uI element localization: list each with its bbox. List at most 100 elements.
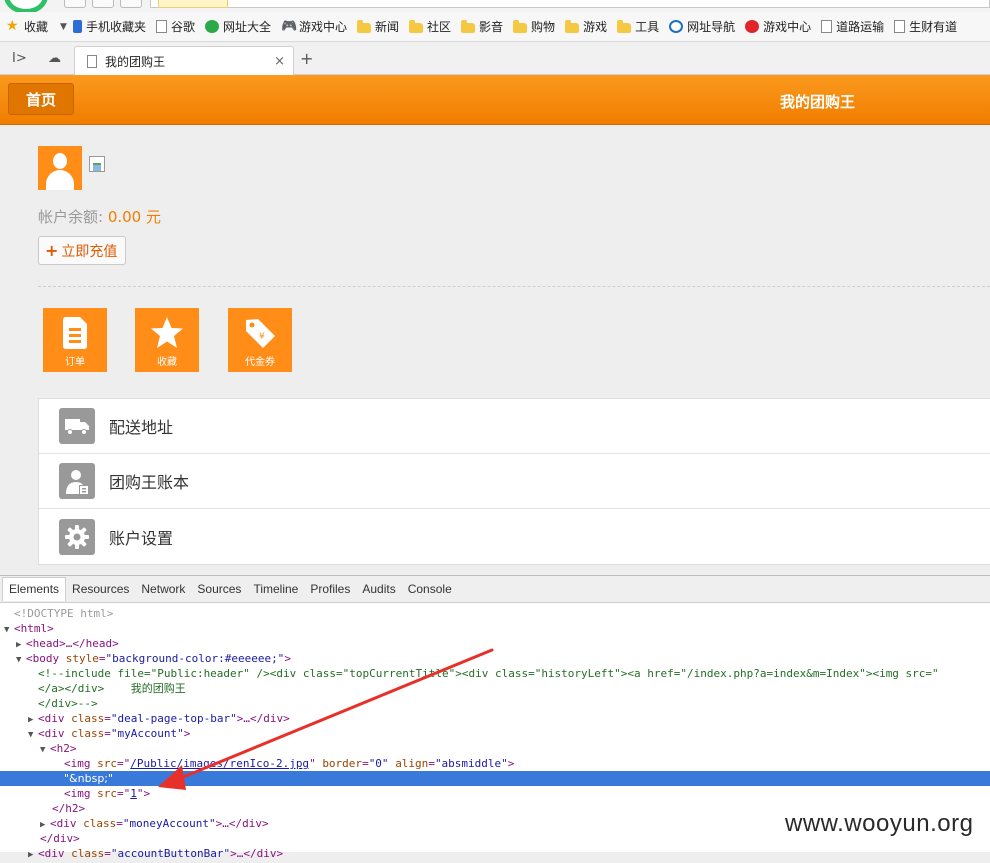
broken-image-icon <box>89 156 105 172</box>
page-header: 首页 我的团购王 <box>0 75 990 125</box>
bookmark-label: 社区 <box>427 20 452 34</box>
bookmark-label: 手机收藏夹 <box>85 20 146 34</box>
bookmark-label: 谷歌 <box>170 20 195 34</box>
page-icon <box>894 20 906 33</box>
tile-coupons[interactable]: ¥ 代金券 <box>228 308 292 372</box>
dom-line[interactable]: <img src="1"> <box>0 786 990 801</box>
nav-icon <box>669 20 684 33</box>
bookmark-item[interactable]: 手机收藏夹 <box>72 18 146 35</box>
sidebar-toggle-icon[interactable]: I> <box>12 51 27 66</box>
tile-orders[interactable]: 订单 <box>43 308 107 372</box>
browser-logo-icon <box>4 0 48 12</box>
bookmark-item[interactable]: 谷歌 <box>155 18 195 35</box>
bookmark-item[interactable]: 游戏中心 <box>745 18 811 35</box>
svg-text:¥: ¥ <box>259 332 265 342</box>
forward-icon[interactable] <box>92 0 114 8</box>
bookmark-label: 网址导航 <box>687 20 736 34</box>
refresh-icon[interactable] <box>120 0 142 8</box>
dom-line[interactable]: ▼ <div class="myAccount"> <box>0 726 990 741</box>
devtools-tab-console[interactable]: Console <box>402 578 458 600</box>
menu-item-settings[interactable]: 账户设置 <box>39 509 990 564</box>
bookmark-item[interactable]: 🎮 游戏中心 <box>281 18 347 35</box>
cloud-icon[interactable]: ☁ <box>48 51 61 66</box>
page-icon <box>155 20 167 33</box>
devtools-tab-elements[interactable]: Elements <box>2 577 67 601</box>
phone-icon <box>72 20 82 33</box>
address-security-tag <box>158 0 228 8</box>
tab-current[interactable]: 我的团购王 × <box>74 46 294 75</box>
menu-item-address[interactable]: 配送地址 <box>39 399 990 454</box>
order-icon <box>63 317 87 349</box>
tab-bar: I> ☁ 我的团购王 × + <box>0 43 990 75</box>
tile-label: 订单 <box>65 357 85 368</box>
recharge-button[interactable]: + 立即充值 <box>38 236 126 265</box>
devtools-tab-audits[interactable]: Audits <box>356 578 401 600</box>
bookmark-item[interactable]: 道路运输 <box>821 18 884 35</box>
bookmark-item[interactable]: 网址导航 <box>669 18 735 35</box>
bookmarks-bar: ★ 收藏 ▼ 手机收藏夹 谷歌 网址大全 🎮 游戏中心 新闻 社区 影音 购物 游戏 工具 网址导航 游戏中心… <box>0 12 990 42</box>
dom-line[interactable]: ▶ <head>…</head> <box>0 636 990 651</box>
devtools-tab-timeline[interactable]: Timeline <box>247 578 304 600</box>
new-tab-button[interactable]: + <box>300 51 313 67</box>
folder-icon <box>409 19 424 33</box>
bookmark-label: 生财有道 <box>909 20 958 34</box>
folder-icon <box>565 19 580 33</box>
bookmark-item[interactable]: 购物 <box>513 18 555 35</box>
balance-label: 帐户余额: <box>38 208 108 226</box>
devtools-tab-profiles[interactable]: Profiles <box>304 578 356 600</box>
recharge-label: 立即充值 <box>61 243 118 260</box>
plus-icon: + <box>45 240 59 260</box>
chevron-down-icon[interactable]: ▼ <box>60 22 67 32</box>
dom-line[interactable]: ▶ <div class="accountButtonBar">…</div> <box>0 846 990 861</box>
dom-line[interactable]: ▼ <body style="background-color:#eeeeee;"… <box>0 651 990 666</box>
devtools-tab-network[interactable]: Network <box>135 578 191 600</box>
devtools-tabs: Elements Resources Network Sources Timeline P… <box>0 576 990 603</box>
bookmark-item[interactable]: ★ 收藏 <box>6 18 48 35</box>
coupon-icon: ¥ <box>246 319 275 348</box>
home-button[interactable]: 首页 <box>8 83 74 115</box>
bookmark-item[interactable]: 影音 <box>461 18 503 35</box>
menu-item-account-book[interactable]: 团购王账本 <box>39 454 990 509</box>
bookmark-item[interactable]: 社区 <box>409 18 451 35</box>
bookmark-item[interactable]: 新闻 <box>357 18 399 35</box>
bookmark-item[interactable]: 游戏 <box>565 18 607 35</box>
bookmark-label: 游戏 <box>583 20 608 34</box>
bookmark-item[interactable]: 生财有道 <box>894 18 957 35</box>
dom-line[interactable]: </a></div> 我的团购王 <box>0 681 990 696</box>
tab-close-icon[interactable]: × <box>274 54 285 69</box>
tile-label: 代金券 <box>245 357 275 368</box>
dom-line[interactable]: <!--include file="Public:header" /><div … <box>0 666 990 681</box>
dom-line[interactable]: <img src="/Public/images/renIco-2.jpg" b… <box>0 756 990 771</box>
home-button-label: 首页 <box>26 90 57 109</box>
balance-value: 0.00 <box>107 208 142 226</box>
folder-icon <box>357 19 371 33</box>
bookmark-item[interactable]: 工具 <box>617 18 659 35</box>
gamepad-icon: 🎮 <box>280 19 298 34</box>
account-menu: 配送地址 团购王账本 账户设置 <box>38 398 990 565</box>
devtools-tab-sources[interactable]: Sources <box>191 578 247 600</box>
dom-line[interactable]: <!DOCTYPE html> <box>0 606 990 621</box>
globe-icon <box>204 20 219 33</box>
star-icon <box>151 317 183 348</box>
star-icon: ★ <box>6 18 19 34</box>
page-title: 我的团购王 <box>780 93 856 111</box>
folder-icon <box>617 19 632 33</box>
dom-line-selected[interactable]: "&nbsp;" <box>0 771 990 786</box>
dom-line[interactable]: ▼ <h2> <box>0 741 990 756</box>
address-bar[interactable] <box>150 0 990 8</box>
truck-icon <box>59 408 95 444</box>
dom-line[interactable]: ▼ <html> <box>0 621 990 636</box>
bookmark-item[interactable]: 网址大全 <box>204 18 271 35</box>
back-icon[interactable] <box>64 0 86 8</box>
folder-icon <box>461 19 476 33</box>
dom-line[interactable]: ▶ <div class="deal-page-top-bar">…</div> <box>0 711 990 726</box>
divider <box>38 286 990 287</box>
account-balance: 帐户余额: 0.00 元 <box>38 206 161 227</box>
menu-item-label: 账户设置 <box>109 528 174 548</box>
bookmark-label: 游戏中心 <box>298 20 347 34</box>
tile-favorites[interactable]: 收藏 <box>135 308 199 372</box>
dom-line[interactable]: </div>--> <box>0 696 990 711</box>
devtools-tab-resources[interactable]: Resources <box>66 578 135 600</box>
browser-toolbar-remnant <box>0 0 990 12</box>
bookmark-label: 游戏中心 <box>763 20 812 34</box>
